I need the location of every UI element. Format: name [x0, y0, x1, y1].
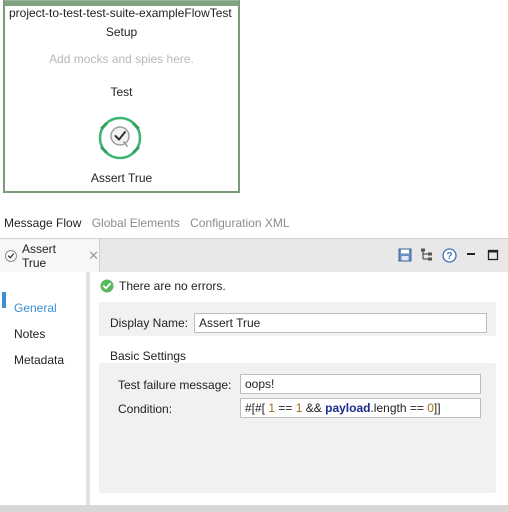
editor-tab-bar: Message Flow Global Elements Configurati…: [4, 216, 297, 234]
test-section-label: Test: [110, 85, 133, 99]
condition-token: #[#[: [245, 401, 269, 415]
status-message: There are no errors.: [119, 279, 226, 293]
properties-body: General Notes Metadata There are no erro…: [0, 272, 508, 508]
tab-global-elements[interactable]: Global Elements: [92, 216, 180, 230]
side-nav-active-marker: [2, 292, 6, 308]
flow-title: project-to-test-test-suite-exampleFlowTe…: [9, 6, 232, 20]
display-name-group: Display Name:: [99, 302, 496, 336]
panel-bottom-border: [0, 505, 508, 512]
properties-tab-assert-true[interactable]: Assert True ✕: [0, 239, 100, 273]
basic-settings-group: Test failure message: Condition:: [99, 363, 496, 493]
nav-item-general[interactable]: General: [14, 301, 57, 315]
validation-status: There are no errors.: [100, 279, 226, 293]
condition-token: &&: [302, 401, 326, 415]
properties-tab-label: Assert True: [21, 242, 56, 270]
condition-expression-field[interactable]: #[#[ 1 == 1 && payload.length == 0]]: [240, 398, 481, 418]
failure-message-field[interactable]: [240, 374, 481, 394]
tree-icon[interactable]: [418, 246, 436, 264]
flow-container: project-to-test-test-suite-exampleFlowTe…: [3, 0, 240, 193]
condition-label: Condition:: [118, 402, 173, 416]
success-check-icon: [100, 279, 114, 293]
condition-token: ==: [275, 401, 296, 415]
minimize-icon[interactable]: [462, 246, 480, 264]
display-name-label: Display Name:: [110, 316, 189, 330]
display-name-field[interactable]: [194, 313, 487, 333]
assert-true-processor[interactable]: [96, 114, 144, 162]
save-icon[interactable]: [396, 246, 414, 264]
condition-token: .length ==: [370, 401, 428, 415]
maximize-icon[interactable]: [484, 246, 502, 264]
basic-settings-title: Basic Settings: [110, 349, 187, 363]
side-nav-divider: [86, 272, 90, 508]
help-icon[interactable]: ?: [440, 246, 458, 264]
properties-toolbar: ?: [392, 246, 502, 264]
tab-message-flow[interactable]: Message Flow: [4, 216, 81, 230]
assert-tab-icon: [4, 250, 17, 262]
nav-item-metadata[interactable]: Metadata: [14, 353, 64, 367]
tab-configuration-xml[interactable]: Configuration XML: [190, 216, 289, 230]
svg-text:?: ?: [446, 251, 452, 262]
condition-token: ]]: [433, 401, 441, 415]
properties-view-header: Assert True ✕ ?: [0, 238, 508, 273]
assert-check-icon: [98, 116, 142, 160]
failure-message-label: Test failure message:: [118, 378, 232, 392]
setup-section-label: Setup: [105, 25, 138, 39]
properties-side-nav: General Notes Metadata: [0, 272, 86, 508]
condition-token: payload: [325, 401, 371, 415]
nav-item-notes[interactable]: Notes: [14, 327, 45, 341]
close-icon[interactable]: ✕: [88, 248, 99, 264]
condition-token: 0: [427, 401, 434, 415]
assert-true-label: Assert True: [90, 171, 153, 185]
setup-drop-hint[interactable]: Add mocks and spies here.: [5, 52, 238, 66]
